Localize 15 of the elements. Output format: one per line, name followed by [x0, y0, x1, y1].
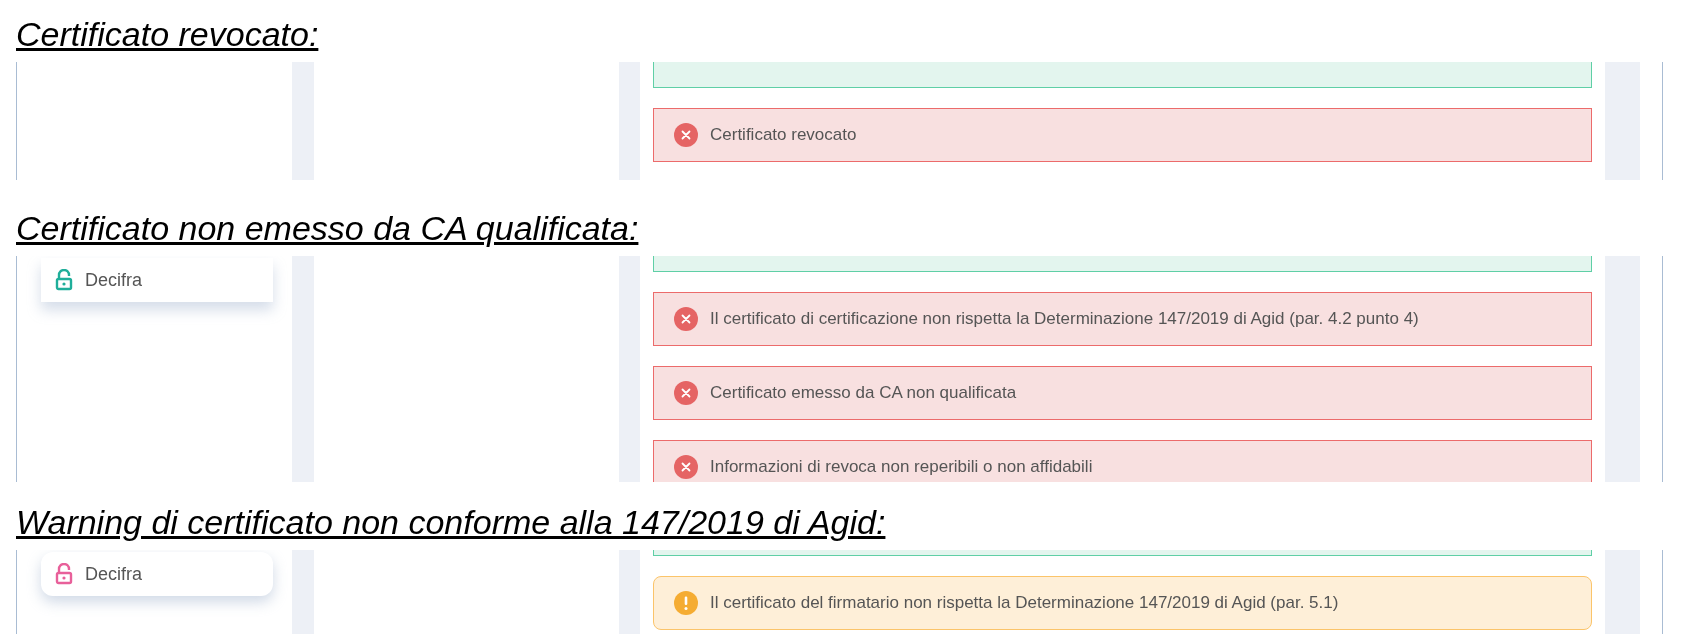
alert-message: Il certificato del firmatario non rispetta la Determinazione 147/2019 di Agid (par. 5.1): [710, 592, 1339, 615]
alert-message: Certificato emesso da CA non qualificata: [710, 382, 1017, 405]
section-heading: Certificato revocato:: [16, 14, 319, 55]
section-heading: Warning di certificato non conforme alla 147/2019 di Agid:: [16, 502, 886, 543]
error-icon: [674, 381, 698, 405]
error-icon: [674, 123, 698, 147]
decifra-menu-item[interactable]: Decifra: [41, 258, 273, 302]
decifra-menu-item[interactable]: Decifra: [41, 552, 273, 596]
alert-message: Certificato revocato: [710, 124, 857, 147]
alert-message: Il certificato di certificazione non rispetta la Determinazione 147/2019 di Agid (par. 4.2 punto 4): [710, 308, 1419, 331]
error-icon: [674, 307, 698, 331]
section-heading: Certificato non emesso da CA qualificata:: [16, 208, 639, 249]
error-icon: [674, 455, 698, 479]
warning-icon: [674, 591, 698, 615]
alert-message: Informazioni di revoca non reperibili o non affidabili: [710, 456, 1093, 479]
